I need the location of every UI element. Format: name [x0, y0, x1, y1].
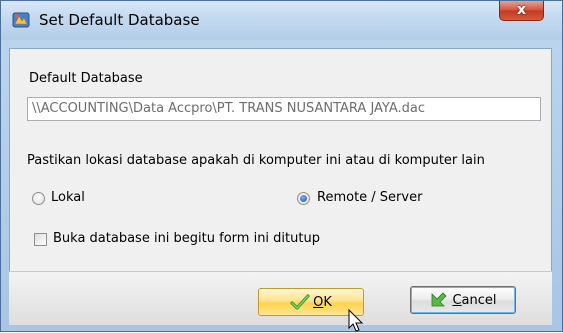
cancel-button[interactable]: Cancel [410, 286, 516, 314]
undo-arrow-icon [432, 292, 448, 307]
open-on-close-checkbox[interactable] [34, 233, 47, 246]
radio-local-label[interactable]: Lokal [51, 190, 85, 205]
open-on-close-label[interactable]: Buka database ini begitu form ini ditutu… [53, 231, 320, 246]
close-button[interactable]: x [499, 1, 544, 21]
database-app-icon [12, 12, 30, 28]
default-database-label: Default Database [29, 71, 143, 86]
cancel-label: Cancel [452, 292, 497, 308]
radio-remote-server[interactable] [297, 192, 310, 205]
title-bar[interactable]: Set Default Database x [1, 1, 562, 40]
close-icon: x [516, 2, 527, 18]
mouse-pointer-icon [348, 309, 364, 332]
window-title: Set Default Database [39, 11, 200, 29]
radio-local[interactable] [32, 192, 45, 205]
radio-selected-dot [300, 195, 307, 202]
radio-remote-server-label[interactable]: Remote / Server [317, 190, 422, 205]
ok-label: OK [313, 294, 332, 310]
checkmark-icon [290, 294, 310, 310]
dialog-window: Set Default Database x Default Database … [0, 0, 563, 332]
database-path-field[interactable]: \\ACCOUNTING\Data Accpro\PT. TRANS NUSAN… [27, 97, 541, 121]
location-prompt-text: Pastikan lokasi database apakah di kompu… [27, 153, 485, 168]
